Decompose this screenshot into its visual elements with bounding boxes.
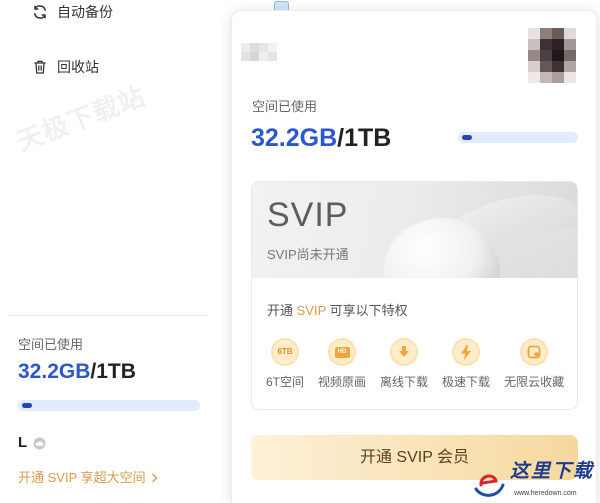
sidebar-storage-progress bbox=[18, 400, 200, 411]
avatar-pixel bbox=[564, 50, 576, 61]
avatar-pixel bbox=[552, 61, 564, 72]
avatar-pixel bbox=[528, 61, 540, 72]
storage-progress-fill bbox=[22, 403, 32, 408]
swirl-logo-icon bbox=[474, 474, 505, 497]
avatar-pixel bbox=[540, 28, 552, 39]
storage-total: /1TB bbox=[337, 124, 392, 152]
benefits-intro-prefix: 开通 bbox=[267, 303, 297, 318]
benefit-label: 极速下载 bbox=[442, 375, 491, 389]
trash-icon bbox=[34, 60, 46, 74]
sidebar-item-auto-backup[interactable]: 自动备份 bbox=[32, 2, 113, 22]
cloud-favorite-icon bbox=[520, 338, 549, 366]
username-pixel bbox=[250, 52, 259, 61]
benefits-list: 6TB 6T空间 HD 视频原画 离线下载 极速下载 无限云收藏 bbox=[266, 338, 564, 390]
6tb-badge-text: 6TB bbox=[277, 347, 293, 356]
svip-title: SVIP bbox=[267, 196, 349, 234]
svip-hero-banner: SVIP SVIP尚未开通 bbox=[252, 182, 577, 278]
benefit-item-cloud-favorite: 无限云收藏 bbox=[504, 338, 564, 390]
sidebar-item-recycle-bin[interactable]: 回收站 bbox=[32, 57, 99, 77]
avatar-pixel bbox=[528, 39, 540, 50]
background-watermark: 天极下载站 bbox=[12, 80, 150, 158]
avatar-pixel bbox=[528, 50, 540, 61]
watermark-url: www.heredown.com bbox=[514, 490, 577, 497]
watermark-name: 这里下载 bbox=[510, 461, 595, 482]
chevron-right-icon bbox=[151, 473, 158, 483]
benefit-label: 离线下载 bbox=[380, 375, 429, 389]
avatar-pixel bbox=[564, 72, 576, 83]
offline-download-icon bbox=[390, 338, 419, 366]
user-row[interactable]: L bbox=[18, 434, 46, 452]
avatar-pixel bbox=[528, 28, 540, 39]
benefit-item-offline-download: 离线下载 bbox=[380, 338, 428, 390]
sidebar-divider bbox=[8, 315, 208, 316]
sidebar-item-label: 回收站 bbox=[57, 59, 99, 75]
avatar-pixel bbox=[552, 28, 564, 39]
benefit-label: 无限云收藏 bbox=[504, 375, 565, 389]
benefits-intro-suffix: 可享以下特权 bbox=[326, 303, 408, 318]
account-popup-panel: 空间已使用 32.2GB/1TB SVIP SVIP尚未开通 开通 SVIP 可… bbox=[231, 10, 597, 503]
username-blurred bbox=[241, 43, 277, 61]
username-pixel bbox=[268, 52, 277, 61]
benefit-item-6t-storage: 6TB 6T空间 bbox=[266, 338, 304, 390]
avatar[interactable] bbox=[528, 28, 576, 83]
benefit-item-original-video: HD 视频原画 bbox=[318, 338, 366, 390]
username-pixel bbox=[268, 43, 277, 52]
benefit-label: 6T空间 bbox=[266, 375, 305, 389]
avatar-pixel bbox=[552, 72, 564, 83]
svip-status: SVIP尚未开通 bbox=[267, 247, 349, 262]
upgrade-svip-link[interactable]: 开通 SVIP 享超大空间 bbox=[18, 470, 158, 486]
sidebar-storage-value: 32.2GB/1TB bbox=[18, 359, 136, 385]
popup-storage-progress bbox=[458, 132, 578, 143]
lightning-icon bbox=[452, 338, 481, 366]
svip-card: SVIP SVIP尚未开通 开通 SVIP 可享以下特权 6TB 6T空间 HD… bbox=[251, 181, 578, 410]
avatar-pixel bbox=[540, 39, 552, 50]
hd-video-icon: HD bbox=[328, 338, 357, 366]
cloud-badge-icon bbox=[33, 437, 46, 449]
storage-used: 32.2GB bbox=[18, 360, 91, 383]
benefit-item-fast-download: 极速下载 bbox=[442, 338, 490, 390]
storage-total: /1TB bbox=[90, 360, 136, 383]
username-pixel bbox=[241, 52, 250, 61]
benefits-intro-highlight: SVIP bbox=[296, 303, 327, 318]
site-watermark-logo: 这里下载 www.heredown.com bbox=[470, 460, 598, 502]
avatar-pixel bbox=[528, 72, 540, 83]
username-pixel bbox=[250, 43, 259, 52]
upgrade-link-label: 开通 SVIP 享超大空间 bbox=[18, 470, 146, 485]
username-pixel bbox=[259, 43, 268, 52]
avatar-pixel bbox=[540, 61, 552, 72]
avatar-pixel bbox=[564, 61, 576, 72]
popup-storage-value: 32.2GB/1TB bbox=[251, 123, 391, 153]
6tb-storage-icon: 6TB bbox=[271, 338, 299, 366]
storage-progress-fill bbox=[462, 135, 472, 140]
sync-icon bbox=[34, 5, 46, 19]
avatar-pixel bbox=[540, 72, 552, 83]
sidebar-storage-label: 空间已使用 bbox=[18, 337, 84, 352]
avatar-pixel bbox=[540, 50, 552, 61]
username-pixel bbox=[241, 43, 250, 52]
avatar-pixel bbox=[564, 28, 576, 39]
user-name: L bbox=[18, 434, 28, 451]
benefits-intro: 开通 SVIP 可享以下特权 bbox=[267, 303, 408, 319]
avatar-pixel bbox=[552, 39, 564, 50]
sidebar-item-label: 自动备份 bbox=[57, 4, 113, 20]
storage-used: 32.2GB bbox=[251, 124, 338, 152]
username-pixel bbox=[259, 52, 268, 61]
hd-badge-text: HD bbox=[334, 346, 350, 358]
popup-storage-label: 空间已使用 bbox=[252, 99, 318, 114]
avatar-pixel bbox=[552, 50, 564, 61]
avatar-pixel bbox=[564, 39, 576, 50]
benefit-label: 视频原画 bbox=[318, 375, 367, 389]
